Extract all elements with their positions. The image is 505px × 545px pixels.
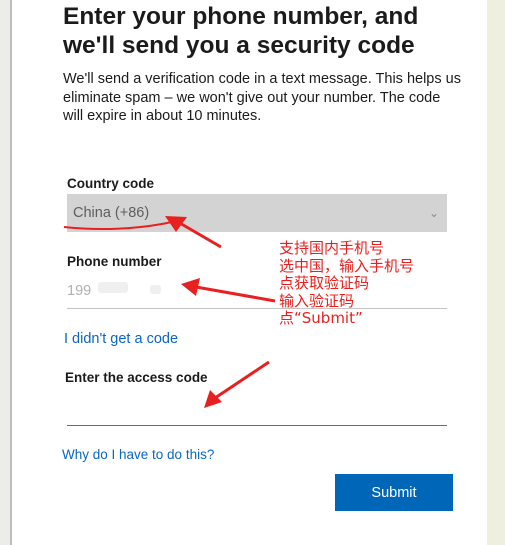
submit-button[interactable]: Submit — [335, 474, 453, 511]
page-title: Enter your phone number, and we'll send … — [63, 3, 419, 59]
country-code-value: China (+86) — [73, 205, 150, 221]
redacted-digits-2 — [150, 285, 161, 294]
country-code-select[interactable]: China (+86) ⌄ — [67, 194, 447, 232]
page-description: We'll send a verification code in a text… — [63, 71, 461, 124]
annotation-text: 支持国内手机号 选中国，输入手机号 点获取验证码 输入验证码 点“Submit” — [279, 239, 415, 327]
chevron-down-icon: ⌄ — [428, 206, 439, 220]
page-background: Enter your phone number, and we'll send … — [0, 0, 505, 545]
phone-number-label: Phone number — [67, 254, 162, 269]
didnt-get-code-link[interactable]: I didn't get a code — [64, 331, 178, 347]
access-code-input[interactable] — [67, 392, 447, 426]
redacted-digits — [98, 282, 128, 293]
verification-panel: Enter your phone number, and we'll send … — [12, 0, 487, 545]
access-code-label: Enter the access code — [65, 370, 208, 385]
right-strip — [487, 0, 505, 545]
country-code-label: Country code — [67, 176, 155, 191]
why-link[interactable]: Why do I have to do this? — [62, 447, 214, 462]
